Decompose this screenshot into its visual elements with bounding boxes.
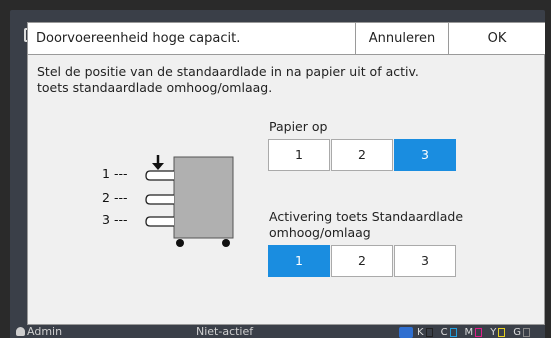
- dialog-title: Doorvoereenheid hoge capacit.: [36, 31, 241, 46]
- tray-2-shape: [145, 194, 174, 205]
- ink-c-level: [449, 327, 457, 337]
- user-icon: [16, 327, 25, 336]
- ok-button[interactable]: OK: [448, 23, 545, 54]
- ink-c-label: C: [440, 326, 448, 338]
- tray-toggle-selector: 1 2 3: [268, 245, 457, 277]
- tray-toggle-option-2[interactable]: 2: [331, 245, 393, 277]
- ink-levels: K C M Y G: [399, 326, 538, 338]
- ink-m-label: M: [464, 326, 474, 338]
- user-indicator: Admin: [16, 325, 62, 338]
- dialog-header: Doorvoereenheid hoge capacit. Annuleren …: [28, 23, 545, 55]
- tray-position-diagram: 1 --- 2 --- 3 ---: [102, 155, 234, 247]
- level-2-dash: ---: [114, 190, 128, 205]
- ink-y-level: [498, 327, 506, 337]
- wheel: [222, 239, 230, 247]
- ink-k-level: [425, 327, 433, 337]
- level-3-label: 3: [102, 212, 110, 227]
- cancel-button[interactable]: Annuleren: [355, 23, 448, 54]
- ink-k-label: K: [417, 326, 424, 338]
- tray-toggle-label: Activering toets Standaardlade omhoog/om…: [269, 209, 463, 241]
- ink-tool-icon: [399, 326, 413, 338]
- paper-out-option-2[interactable]: 2: [331, 139, 393, 171]
- ink-y-label: Y: [490, 326, 497, 338]
- tray-toggle-option-1[interactable]: 1: [268, 245, 330, 277]
- paper-out-label: Papier op: [269, 119, 328, 134]
- tray-toggle-option-3[interactable]: 3: [394, 245, 456, 277]
- feeder-body: [173, 156, 234, 239]
- instruction-text: Stel de positie van de standaardlade in …: [37, 64, 477, 96]
- ink-g-level: [523, 327, 531, 337]
- down-arrow-icon: [152, 155, 164, 170]
- machine-status: Niet-actief: [196, 325, 254, 338]
- level-1-dash: ---: [114, 166, 128, 181]
- level-2-label: 2: [102, 190, 110, 205]
- instruction-line: Stel de positie van de standaardlade in …: [37, 64, 419, 79]
- tray-3-shape: [145, 216, 174, 227]
- wheel: [176, 239, 184, 247]
- instruction-line: toets standaardlade omhoog/omlaag.: [37, 80, 273, 95]
- level-3-dash: ---: [114, 212, 128, 227]
- user-name: Admin: [27, 325, 63, 338]
- tray-1-shape: [145, 170, 174, 181]
- ink-m-level: [475, 327, 483, 337]
- paper-out-option-3[interactable]: 3: [394, 139, 456, 171]
- high-capacity-feeder-dialog: Doorvoereenheid hoge capacit. Annuleren …: [27, 22, 545, 325]
- tray-toggle-label-line: Activering toets Standaardlade: [269, 209, 464, 224]
- status-bar: Admin Niet-actief K C M Y G: [10, 325, 545, 338]
- paper-out-selector: 1 2 3: [268, 139, 457, 171]
- tray-toggle-label-line: omhoog/omlaag: [269, 225, 371, 240]
- paper-out-option-1[interactable]: 1: [268, 139, 330, 171]
- ink-g-label: G: [513, 326, 522, 338]
- level-1-label: 1: [102, 166, 110, 181]
